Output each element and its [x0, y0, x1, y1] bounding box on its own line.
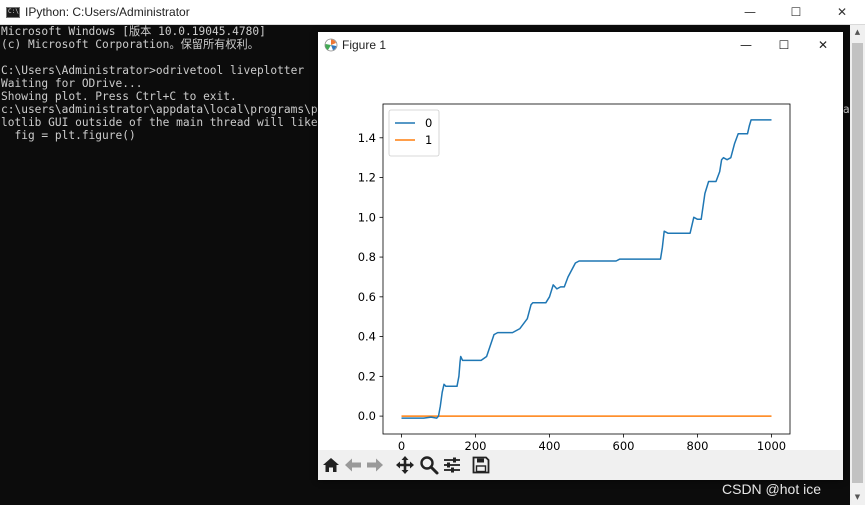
figure-title: Figure 1	[342, 38, 387, 52]
x-tick-label: 800	[687, 439, 709, 450]
series-line-0	[401, 119, 772, 419]
y-tick-label: 0.0	[358, 409, 376, 423]
console-line: Showing plot. Press Ctrl+C to exit.	[1, 90, 237, 103]
scroll-up-icon[interactable]: ▲	[850, 25, 865, 40]
forward-arrow-icon[interactable]	[364, 454, 386, 476]
x-tick-label: 600	[613, 439, 635, 450]
plot-canvas[interactable]: 0 200 400 600 800 1000 0.0 0.2 0.4 0.6 0.8 1.0 1.2 1.…	[318, 58, 843, 453]
x-tick-label: 0	[398, 439, 405, 450]
console-line: (c) Microsoft Corporation。保留所有权利。	[1, 38, 259, 51]
scroll-down-icon[interactable]: ▼	[850, 490, 865, 505]
pan-move-icon[interactable]	[394, 454, 416, 476]
console-line: Waiting for ODrive...	[1, 77, 143, 90]
terminal-icon: C:\	[6, 7, 20, 18]
figure-close-button[interactable]: ✕	[804, 32, 842, 58]
y-tick-label: 0.4	[358, 330, 376, 344]
y-tick-label: 0.8	[358, 250, 376, 264]
watermark: CSDN @hot ice	[722, 481, 822, 497]
console-line: Microsoft Windows [版本 10.0.19045.4780]	[1, 25, 266, 38]
console-titlebar: C:\ IPython: C:Users/Administrator — ☐ ✕	[0, 0, 865, 25]
x-tick-label: 200	[465, 439, 487, 450]
matplotlib-icon	[324, 38, 338, 52]
configure-subplots-icon[interactable]	[441, 454, 463, 476]
legend-label: 0	[425, 116, 432, 130]
x-tick-label: 400	[539, 439, 561, 450]
y-tick-label: 0.2	[358, 369, 376, 383]
figure-titlebar: Figure 1 — ☐ ✕	[318, 32, 843, 58]
console-line: lotlib GUI outside of the main thread wi…	[1, 116, 371, 129]
console-close-button[interactable]: ✕	[819, 0, 865, 25]
save-icon[interactable]	[470, 454, 492, 476]
figure-window[interactable]: Figure 1 — ☐ ✕ 0 200 400 600 800 1000 0.0 0.2 0.…	[318, 32, 843, 480]
zoom-magnifier-icon[interactable]	[418, 454, 440, 476]
console-title: IPython: C:Users/Administrator	[25, 5, 190, 19]
y-tick-label: 0.6	[358, 290, 376, 304]
console-minimize-button[interactable]: —	[727, 0, 773, 25]
figure-maximize-button[interactable]: ☐	[765, 32, 803, 58]
y-tick-label: 1.0	[358, 210, 376, 224]
navigation-toolbar	[318, 450, 843, 480]
console-scrollbar[interactable]: ▲ ▼	[850, 25, 865, 505]
console-maximize-button[interactable]: ☐	[773, 0, 819, 25]
legend-label: 1	[425, 133, 432, 147]
back-arrow-icon[interactable]	[342, 454, 364, 476]
console-line: C:\Users\Administrator>odrivetool livepl…	[1, 64, 305, 77]
figure-minimize-button[interactable]: —	[727, 32, 765, 58]
x-tick-label: 1000	[757, 439, 786, 450]
y-tick-label: 1.4	[358, 131, 376, 145]
y-tick-label: 1.2	[358, 171, 376, 185]
home-icon[interactable]	[320, 454, 342, 476]
console-line: fig = plt.figure()	[14, 129, 136, 142]
scroll-thumb[interactable]	[852, 43, 863, 483]
line-chart: 0 200 400 600 800 1000 0.0 0.2 0.4 0.6 0.8 1.0 1.2 1.…	[358, 103, 791, 453]
